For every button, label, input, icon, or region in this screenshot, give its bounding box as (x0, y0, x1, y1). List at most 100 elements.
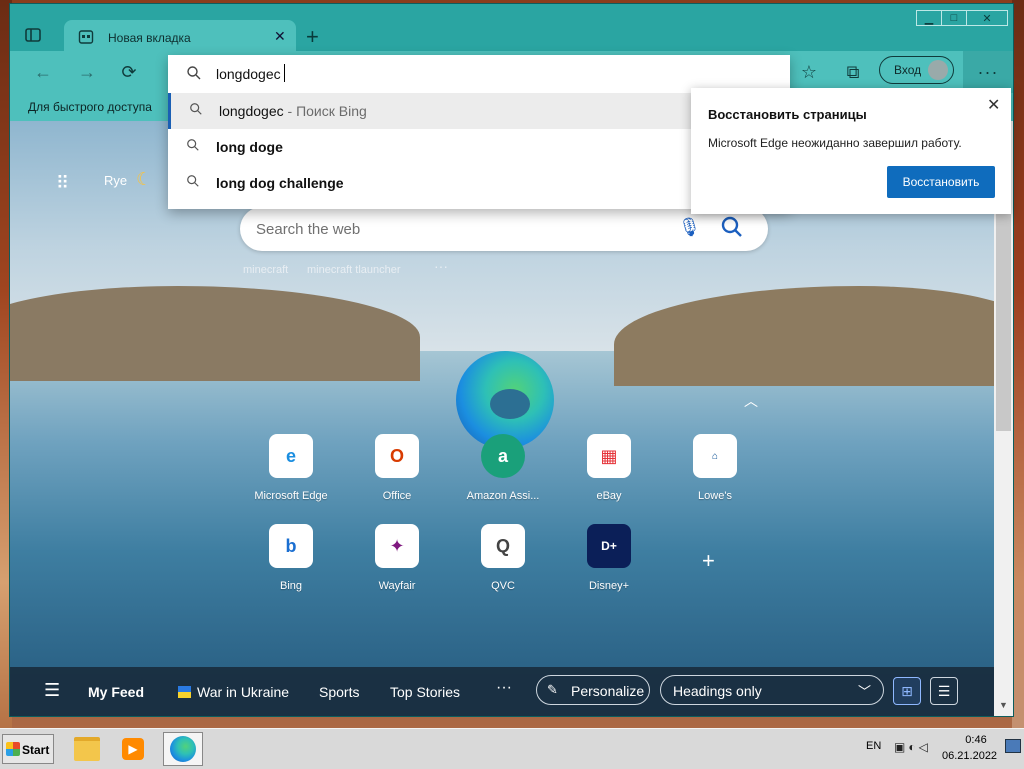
more-searches-button[interactable]: ··· (434, 258, 448, 274)
tile-label: QVC (491, 580, 515, 592)
tile-label: Office (382, 490, 412, 502)
windows-logo-icon (6, 742, 20, 756)
quicklink-tile[interactable]: e Microsoft Edge (236, 434, 346, 502)
tile-label: eBay (596, 490, 622, 502)
tab-new-tab[interactable]: Новая вкладка ✕ (64, 20, 296, 55)
pencil-icon: ✎ (547, 682, 558, 697)
desktop-background-right (1012, 0, 1024, 728)
quicklink-tile[interactable]: ▦ eBay (554, 434, 664, 502)
chevron-up-icon[interactable]: ︿ (744, 391, 758, 411)
search-icon (187, 175, 199, 187)
weather-location[interactable]: Rye (104, 173, 127, 188)
language-indicator[interactable]: EN (866, 740, 881, 752)
close-tab-icon[interactable]: ✕ (274, 28, 286, 45)
quicklink-tile[interactable]: D+ Disney+ (554, 524, 664, 592)
clock-time[interactable]: 0:46 (956, 734, 996, 746)
taskbar-edge[interactable] (163, 732, 203, 766)
feed-tab-my-feed[interactable]: My Feed (88, 684, 144, 700)
feed-more-button[interactable]: ··· (496, 679, 512, 697)
bing-icon: b (269, 524, 313, 568)
list-layout-icon[interactable]: ☰ (930, 677, 958, 705)
quicklink-tile[interactable]: ✦ Wayfair (342, 524, 452, 592)
collections-icon[interactable]: ⧉ (842, 61, 864, 83)
microphone-icon[interactable]: 🎙 (678, 217, 701, 239)
back-arrow-icon[interactable]: ← (32, 61, 54, 83)
clock-date[interactable]: 06.21.2022 (942, 750, 997, 762)
taskbar-media-player[interactable]: ▶ (113, 732, 153, 766)
view-mode-label: Headings only (673, 683, 762, 699)
quicklink-tile[interactable]: Q QVC (448, 524, 558, 592)
favorites-bar-label: Для быстрого доступа (28, 100, 152, 114)
signin-button[interactable]: Вход (879, 56, 954, 84)
text-caret (284, 64, 285, 82)
search-placeholder: Search the web (256, 221, 361, 238)
system-tray-icons[interactable]: ▣◐◁ (894, 740, 931, 754)
tile-label: Disney+ (588, 580, 630, 592)
edge-icon: e (269, 434, 313, 478)
browser-window: ▁ □ ✕ Новая вкладка ✕ + ← → ⟳ ☆ ⧉ Вход ·… (10, 4, 1013, 716)
suggestion-query: longdogec (219, 103, 284, 119)
close-icon[interactable]: ✕ (987, 95, 1000, 115)
settings-menu-button[interactable]: ··· (963, 51, 1013, 93)
recent-search-link[interactable]: minecraft tlauncher (307, 264, 401, 276)
forward-arrow-icon[interactable]: → (76, 61, 98, 83)
office-icon: O (375, 434, 419, 478)
folder-icon (74, 737, 100, 761)
quicklink-tile[interactable]: b Bing (236, 524, 346, 592)
search-icon (190, 103, 202, 115)
tab-actions-icon[interactable] (24, 26, 42, 44)
minimize-button[interactable]: ▁ (916, 10, 942, 26)
tile-label: Microsoft Edge (254, 490, 328, 502)
suggestion-query: long dog challenge (216, 175, 344, 191)
edge-icon (170, 736, 196, 762)
start-label: Start (22, 743, 50, 757)
view-mode-dropdown[interactable]: Headings only ﹀ (660, 675, 884, 705)
restore-button[interactable]: Восстановить (887, 166, 995, 198)
quicklink-tile[interactable]: ⌂ Lowe's (660, 434, 770, 502)
address-bar-value: longdogec (216, 66, 281, 82)
feed-tab-label: War in Ukraine (197, 684, 290, 700)
newtab-page-icon (78, 30, 94, 44)
new-tab-button[interactable]: + (306, 24, 319, 50)
amazon-icon: a (481, 434, 525, 478)
feed-tab-war-in-ukraine[interactable]: War in Ukraine (178, 684, 289, 700)
avatar (928, 60, 948, 80)
recent-search-link[interactable]: minecraft (243, 264, 288, 276)
search-icon (187, 139, 199, 151)
title-bar: ▁ □ ✕ Новая вкладка ✕ + (10, 4, 1013, 55)
suggestion-text: longdogec - Поиск Bing (219, 103, 367, 119)
close-window-button[interactable]: ✕ (966, 10, 1008, 26)
grid-layout-icon[interactable]: ⊞ (893, 677, 921, 705)
ebay-icon: ▦ (587, 434, 631, 478)
app-launcher-icon[interactable]: ⠿ (56, 173, 69, 194)
quicklink-tile[interactable]: O Office (342, 434, 452, 502)
signin-label: Вход (894, 63, 922, 77)
ukraine-flag-icon (178, 686, 191, 698)
search-icon[interactable] (720, 215, 744, 239)
taskbar: Start ▶ EN ▣◐◁ 0:46 06.21.2022 (0, 728, 1024, 769)
moon-icon[interactable]: ☾ (136, 169, 152, 190)
popup-title: Восстановить страницы (708, 107, 867, 122)
maximize-button[interactable]: □ (941, 10, 967, 26)
favorites-star-icon[interactable]: ☆ (798, 61, 820, 83)
feed-tab-top-stories[interactable]: Top Stories (390, 684, 460, 700)
personalize-button[interactable]: ✎ Personalize (536, 675, 650, 705)
scroll-down-arrow-icon[interactable]: ▼ (994, 700, 1013, 716)
hamburger-menu-icon[interactable]: ☰ (44, 680, 60, 701)
suggestion-suffix: - Поиск Bing (283, 103, 367, 119)
feed-tab-sports[interactable]: Sports (319, 684, 359, 700)
web-search-box[interactable]: Search the web 🎙 (240, 207, 768, 251)
add-site-button[interactable]: + (702, 548, 715, 574)
restore-pages-popup: Восстановить страницы Microsoft Edge нео… (691, 88, 1011, 214)
show-desktop-button[interactable] (1005, 739, 1021, 753)
tile-label: Amazon Assi... (466, 490, 540, 502)
start-button[interactable]: Start (2, 734, 54, 764)
feed-bar: ☰ My Feed War in Ukraine Sports Top Stor… (10, 667, 994, 716)
popup-message: Microsoft Edge неожиданно завершил работ… (708, 136, 962, 150)
refresh-icon[interactable]: ⟳ (118, 61, 140, 83)
wayfair-icon: ✦ (375, 524, 419, 568)
disney-icon: D+ (587, 524, 631, 568)
taskbar-file-explorer[interactable] (67, 732, 107, 766)
quicklink-tile[interactable]: a Amazon Assi... (448, 434, 558, 502)
tab-title: Новая вкладка (108, 31, 191, 45)
